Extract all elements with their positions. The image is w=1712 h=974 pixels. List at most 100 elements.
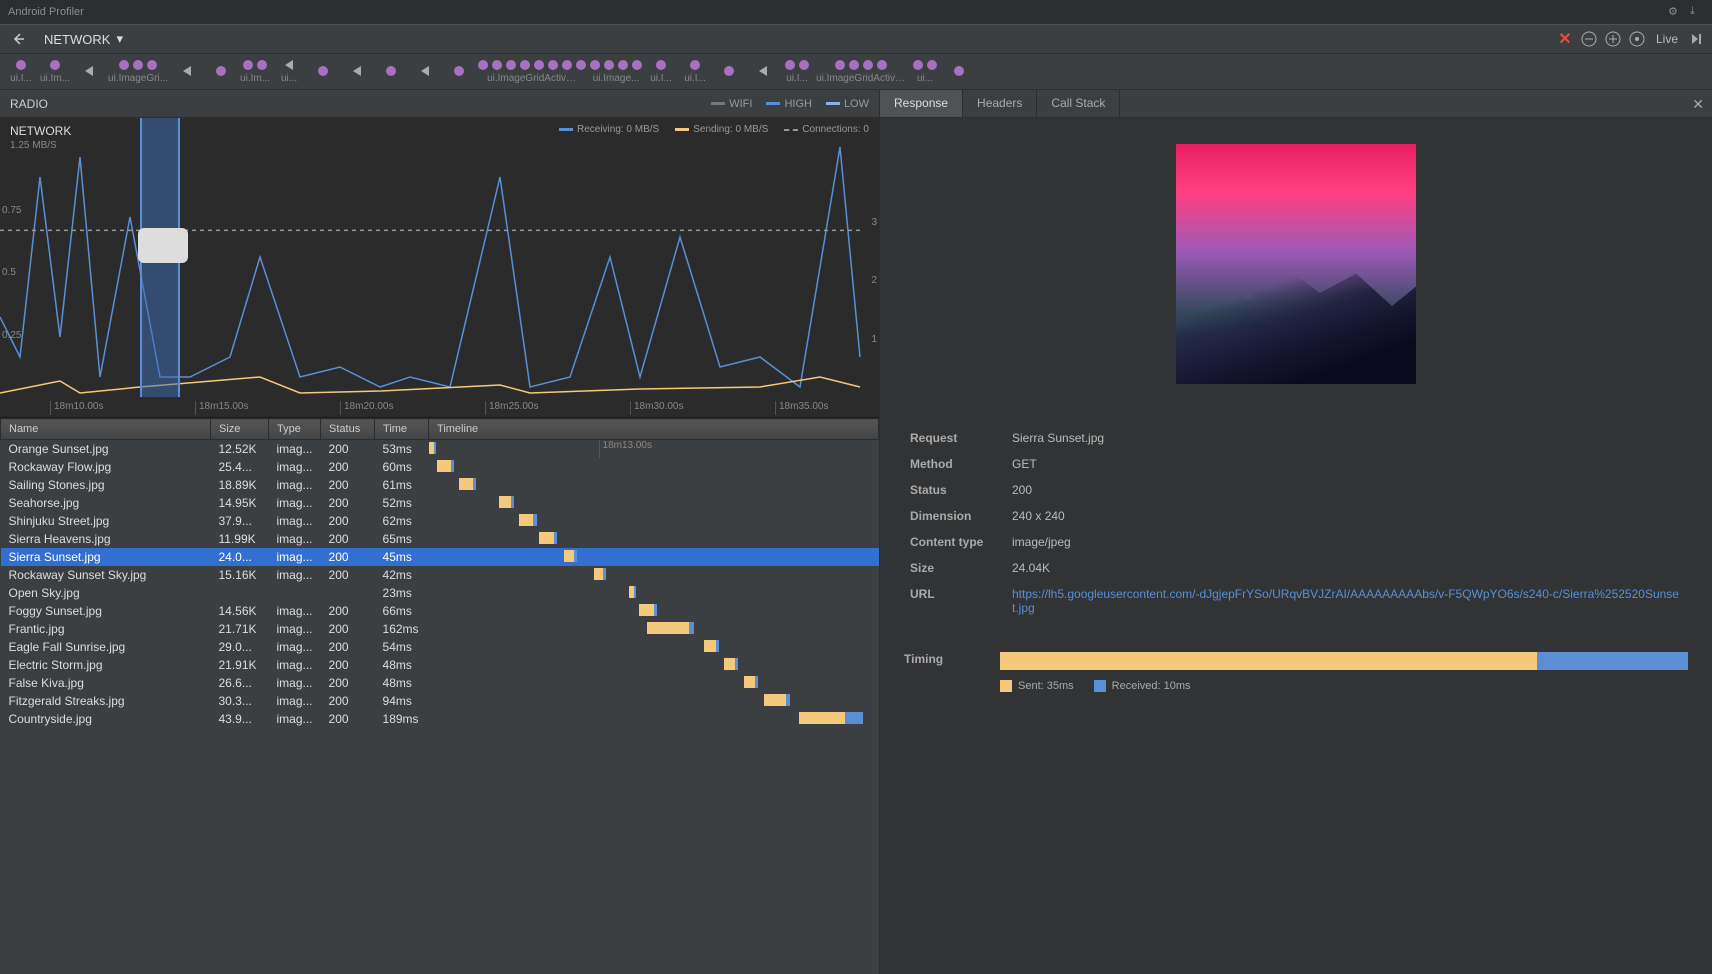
reset-zoom-icon[interactable]: [1628, 30, 1646, 48]
zoom-out-icon[interactable]: [1580, 30, 1598, 48]
cell-type: imag...: [269, 494, 321, 512]
activity-item[interactable]: [944, 65, 974, 79]
live-label: Live: [1656, 32, 1678, 46]
activity-dot: [690, 60, 700, 70]
activity-dot: [877, 60, 887, 70]
table-row[interactable]: Sierra Sunset.jpg24.0...imag...20045ms: [1, 548, 879, 566]
activity-dot: [147, 60, 157, 70]
network-legend: Receiving: 0 MB/SSending: 0 MB/SConnecti…: [559, 124, 869, 135]
response-preview-image: [1176, 144, 1416, 384]
activity-item[interactable]: [206, 65, 236, 79]
activity-item[interactable]: ui.I...: [646, 59, 676, 84]
activity-item[interactable]: ui.ImageGridActivity - saved ...: [478, 59, 586, 84]
radio-legend: WIFIHIGHLOW: [711, 98, 869, 110]
activity-item[interactable]: ui.ImageGridActivity ...: [816, 59, 906, 84]
activity-item[interactable]: ui.I...: [680, 59, 710, 84]
activity-item[interactable]: [714, 65, 744, 79]
table-row[interactable]: Frantic.jpg21.71Kimag...200162ms: [1, 620, 879, 638]
activity-item[interactable]: [444, 65, 474, 79]
cell-size: 24.0...: [211, 548, 269, 566]
col-size[interactable]: Size: [211, 419, 269, 440]
table-row[interactable]: Sailing Stones.jpg18.89Kimag...20061ms: [1, 476, 879, 494]
table-row[interactable]: Foggy Sunset.jpg14.56Kimag...20066ms: [1, 602, 879, 620]
download-icon[interactable]: ⤓: [1690, 5, 1704, 19]
activity-item[interactable]: ui.I...: [6, 59, 36, 84]
network-chart[interactable]: NETWORK 1.25 MB/S Receiving: 0 MB/SSendi…: [0, 118, 879, 418]
close-icon[interactable]: ✕: [1556, 30, 1574, 48]
activity-dot: [492, 60, 502, 70]
cell-status: 200: [321, 602, 375, 620]
table-row[interactable]: Fitzgerald Streaks.jpg30.3...imag...2009…: [1, 692, 879, 710]
legend-item: HIGH: [766, 98, 812, 110]
cell-timeline: [429, 710, 879, 728]
detail-value: 24.04K: [1008, 556, 1686, 580]
tab-call-stack[interactable]: Call Stack: [1037, 90, 1120, 117]
activity-timeline[interactable]: ui.I...ui.Im...ui.ImageGri...ui.Im...ui.…: [0, 54, 1712, 90]
zoom-in-icon[interactable]: [1604, 30, 1622, 48]
table-row[interactable]: Seahorse.jpg14.95Kimag...20052ms: [1, 494, 879, 512]
activity-item[interactable]: [172, 65, 202, 79]
table-row[interactable]: Sierra Heavens.jpg11.99Kimag...20065ms: [1, 530, 879, 548]
legend-item: Connections: 0: [784, 124, 869, 135]
tab-response[interactable]: Response: [880, 90, 963, 117]
cell-status: 200: [321, 512, 375, 530]
activity-item[interactable]: ui.I...: [782, 59, 812, 84]
time-selection[interactable]: [140, 118, 180, 397]
activity-dot: [618, 60, 628, 70]
table-row[interactable]: Orange Sunset.jpg12.52Kimag...20053ms18m…: [1, 440, 879, 459]
cell-timeline: [429, 584, 879, 602]
titlebar: Android Profiler ⚙ ⤓: [0, 0, 1712, 24]
cell-timeline: [429, 458, 879, 476]
cell-name: Rockaway Sunset Sky.jpg: [1, 566, 211, 584]
col-timeline[interactable]: Timeline: [429, 419, 879, 440]
table-row[interactable]: Electric Storm.jpg21.91Kimag...20048ms: [1, 656, 879, 674]
activity-item[interactable]: ui...: [910, 59, 940, 84]
activity-item[interactable]: ui.Im...: [40, 59, 70, 84]
table-row[interactable]: Shinjuku Street.jpg37.9...imag...20062ms: [1, 512, 879, 530]
table-row[interactable]: False Kiva.jpg26.6...imag...20048ms: [1, 674, 879, 692]
close-panel-icon[interactable]: ✕: [1692, 96, 1704, 113]
cell-name: False Kiva.jpg: [1, 674, 211, 692]
col-time[interactable]: Time: [375, 419, 429, 440]
col-type[interactable]: Type: [269, 419, 321, 440]
profiler-dropdown[interactable]: NETWORK ▾: [38, 28, 129, 50]
activity-dot: [257, 60, 267, 70]
network-chart-title: NETWORK: [10, 124, 71, 138]
activity-item[interactable]: [748, 65, 778, 79]
cell-timeline: [429, 494, 879, 512]
cell-type: imag...: [269, 440, 321, 459]
activity-item[interactable]: [308, 65, 338, 79]
cell-time: 162ms: [375, 620, 429, 638]
cell-time: 66ms: [375, 602, 429, 620]
jump-to-end-icon[interactable]: [1688, 30, 1706, 48]
detail-key: Dimension: [906, 504, 1006, 528]
cell-status: 200: [321, 476, 375, 494]
gear-icon[interactable]: ⚙: [1668, 5, 1682, 19]
selection-handle[interactable]: [138, 228, 188, 263]
back-button[interactable]: [6, 27, 30, 51]
activity-label: ui.Im...: [240, 73, 270, 84]
activity-item[interactable]: [74, 65, 104, 79]
table-row[interactable]: Rockaway Sunset Sky.jpg15.16Kimag...2004…: [1, 566, 879, 584]
col-name[interactable]: Name: [1, 419, 211, 440]
back-arrow-icon: [421, 66, 429, 76]
requests-table-wrap: NameSizeTypeStatusTimeTimeline Orange Su…: [0, 418, 879, 974]
activity-item[interactable]: [376, 65, 406, 79]
table-row[interactable]: Eagle Fall Sunrise.jpg29.0...imag...2005…: [1, 638, 879, 656]
activity-item[interactable]: ui.ImageGri...: [108, 59, 168, 84]
detail-value[interactable]: https://lh5.googleusercontent.com/-dJgje…: [1008, 582, 1686, 620]
cell-name: Open Sky.jpg: [1, 584, 211, 602]
activity-item[interactable]: ui.Im...: [240, 59, 270, 84]
col-status[interactable]: Status: [321, 419, 375, 440]
table-row[interactable]: Countryside.jpg43.9...imag...200189ms: [1, 710, 879, 728]
activity-item[interactable]: ui.Image...: [590, 59, 642, 84]
activity-item[interactable]: [410, 65, 440, 79]
table-row[interactable]: Rockaway Flow.jpg25.4...imag...20060ms: [1, 458, 879, 476]
activity-item[interactable]: ui...: [274, 59, 304, 84]
cell-size: 21.91K: [211, 656, 269, 674]
table-row[interactable]: Open Sky.jpg23ms: [1, 584, 879, 602]
tab-headers[interactable]: Headers: [963, 90, 1037, 117]
activity-item[interactable]: [342, 65, 372, 79]
cell-timeline: [429, 530, 879, 548]
back-arrow-icon: [759, 66, 767, 76]
